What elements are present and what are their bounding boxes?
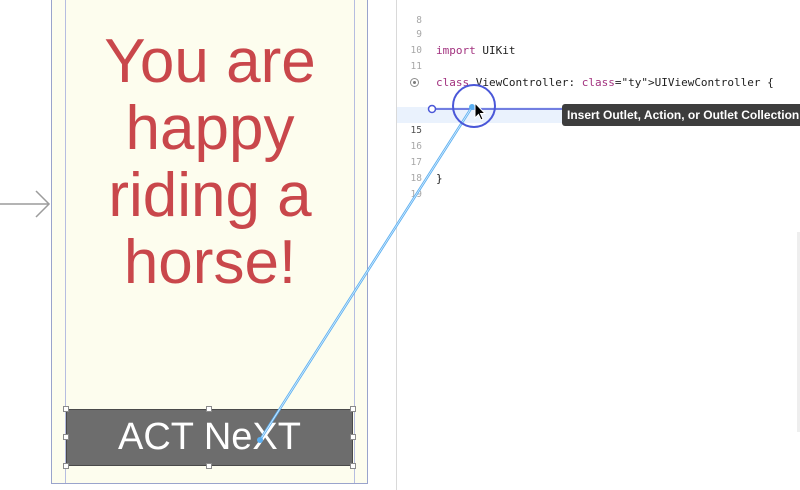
resize-handle-top-center[interactable] xyxy=(206,406,212,412)
code-line[interactable]: 11 class ViewController: class="ty">UIVi… xyxy=(397,43,800,89)
resize-handle-top-right[interactable] xyxy=(350,406,356,412)
line-number: 11 xyxy=(410,61,422,72)
code-line[interactable]: 17 } xyxy=(397,139,800,185)
code-line[interactable]: 10 xyxy=(397,27,800,56)
resize-handle-bottom-left[interactable] xyxy=(63,463,69,469)
line-number: 19 xyxy=(410,189,422,200)
act-next-button[interactable]: ACT NeXT xyxy=(66,409,353,466)
resize-handle-top-left[interactable] xyxy=(63,406,69,412)
storyboard-canvas[interactable]: You are happy riding a horse! ACT NeXT xyxy=(0,0,396,490)
initial-view-controller-arrow-icon xyxy=(0,190,51,218)
code-line[interactable]: 12 @IBOutlet weak var actingTask: class=… xyxy=(397,75,800,121)
resize-handle-bottom-center[interactable] xyxy=(206,463,212,469)
code-line[interactable]: 19 xyxy=(397,171,800,200)
resize-handle-middle-left[interactable] xyxy=(63,434,69,440)
resize-handle-bottom-right[interactable] xyxy=(350,463,356,469)
assistant-code-editor[interactable]: 8 9 import UIKit 10 11 class ViewControl… xyxy=(397,0,800,490)
code-line[interactable]: 18 xyxy=(397,155,800,184)
acting-task-label[interactable]: You are happy riding a horse! xyxy=(72,28,348,296)
insert-outlet-tooltip: Insert Outlet, Action, or Outlet Collect… xyxy=(562,104,800,126)
resize-handle-middle-right[interactable] xyxy=(350,434,356,440)
code-line[interactable]: 9 import UIKit xyxy=(397,11,800,57)
